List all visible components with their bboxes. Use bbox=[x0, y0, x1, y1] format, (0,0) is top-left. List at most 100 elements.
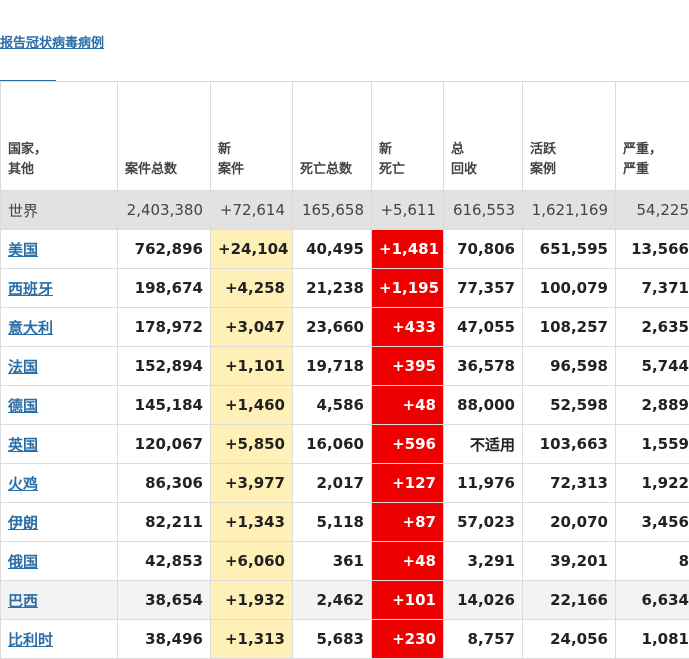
country-link[interactable]: 伊朗 bbox=[8, 514, 38, 532]
header-text: 死亡总数 bbox=[300, 162, 352, 177]
header-row: 国家，其他 案件总数 新案件 死亡总数 新死亡 总回收 活跃案例 严重， 严重 bbox=[1, 82, 689, 191]
table-row: 俄国42,853+6,060361+483,29139,2018 bbox=[1, 542, 689, 581]
header-text: 案例 bbox=[530, 162, 556, 177]
country-link[interactable]: 德国 bbox=[8, 397, 38, 415]
cell-serious: 1,559 bbox=[616, 425, 689, 464]
cell-total-deaths: 21,238 bbox=[293, 269, 372, 308]
cell-new-cases: +4,258 bbox=[211, 269, 293, 308]
cell-active: 100,079 bbox=[523, 269, 616, 308]
country-link[interactable]: 俄国 bbox=[8, 553, 38, 571]
cell-serious: 54,225 bbox=[616, 191, 689, 230]
cell-country: 西班牙 bbox=[1, 269, 118, 308]
header-text: 严重， bbox=[623, 142, 662, 157]
cell-active: 24,056 bbox=[523, 620, 616, 659]
cell-total-deaths: 40,495 bbox=[293, 230, 372, 269]
cell-recovered: 47,055 bbox=[444, 308, 523, 347]
header-text: 总 bbox=[451, 142, 464, 157]
country-link[interactable]: 火鸡 bbox=[8, 475, 38, 493]
header-text: 案件总数 bbox=[125, 162, 177, 177]
table-row: 意大利178,972+3,04723,660+43347,055108,2572… bbox=[1, 308, 689, 347]
cell-new-deaths: +5,611 bbox=[372, 191, 444, 230]
header-text: 案件 bbox=[218, 162, 244, 177]
cell-recovered: 8,757 bbox=[444, 620, 523, 659]
cell-new-deaths: +87 bbox=[372, 503, 444, 542]
cell-total-cases: 42,853 bbox=[118, 542, 211, 581]
cell-new-cases: +1,343 bbox=[211, 503, 293, 542]
cell-serious: 13,566 bbox=[616, 230, 689, 269]
cell-new-deaths: +596 bbox=[372, 425, 444, 464]
cell-total-deaths: 16,060 bbox=[293, 425, 372, 464]
cell-recovered: 70,806 bbox=[444, 230, 523, 269]
cell-serious: 5,744 bbox=[616, 347, 689, 386]
cell-serious: 2,889 bbox=[616, 386, 689, 425]
cell-new-cases: +3,977 bbox=[211, 464, 293, 503]
cell-new-cases: +5,850 bbox=[211, 425, 293, 464]
cell-total-deaths: 23,660 bbox=[293, 308, 372, 347]
table-body: 世界2,403,380+72,614165,658+5,611616,5531,… bbox=[1, 191, 689, 659]
col-header-total-cases[interactable]: 案件总数 bbox=[118, 82, 211, 191]
cell-total-deaths: 5,118 bbox=[293, 503, 372, 542]
col-header-total-deaths[interactable]: 死亡总数 bbox=[293, 82, 372, 191]
cell-recovered: 57,023 bbox=[444, 503, 523, 542]
cell-new-deaths: +230 bbox=[372, 620, 444, 659]
table-row: 英国120,067+5,85016,060+596不适用103,6631,559 bbox=[1, 425, 689, 464]
cell-active: 22,166 bbox=[523, 581, 616, 620]
cell-recovered: 77,357 bbox=[444, 269, 523, 308]
col-header-new-deaths[interactable]: 新死亡 bbox=[372, 82, 444, 191]
cell-active: 103,663 bbox=[523, 425, 616, 464]
cell-total-cases: 2,403,380 bbox=[118, 191, 211, 230]
country-link[interactable]: 英国 bbox=[8, 436, 38, 454]
col-header-recovered[interactable]: 总回收 bbox=[444, 82, 523, 191]
cell-total-cases: 38,496 bbox=[118, 620, 211, 659]
cell-new-cases: +24,104 bbox=[211, 230, 293, 269]
col-header-serious[interactable]: 严重， 严重 bbox=[616, 82, 689, 191]
cell-recovered: 14,026 bbox=[444, 581, 523, 620]
cell-total-cases: 198,674 bbox=[118, 269, 211, 308]
reported-cases-link[interactable]: 报告冠状病毒病例 bbox=[0, 32, 104, 51]
world-row: 世界2,403,380+72,614165,658+5,611616,5531,… bbox=[1, 191, 689, 230]
cell-new-cases: +3,047 bbox=[211, 308, 293, 347]
country-link[interactable]: 美国 bbox=[8, 241, 38, 259]
table-row: 巴西38,654+1,9322,462+10114,02622,1666,634 bbox=[1, 581, 689, 620]
cell-country: 火鸡 bbox=[1, 464, 118, 503]
cell-total-cases: 120,067 bbox=[118, 425, 211, 464]
country-link[interactable]: 法国 bbox=[8, 358, 38, 376]
cell-country: 意大利 bbox=[1, 308, 118, 347]
cell-serious: 1,081 bbox=[616, 620, 689, 659]
cell-total-deaths: 5,683 bbox=[293, 620, 372, 659]
cell-recovered: 3,291 bbox=[444, 542, 523, 581]
cell-new-deaths: +48 bbox=[372, 386, 444, 425]
cell-total-cases: 145,184 bbox=[118, 386, 211, 425]
table-row: 比利时38,496+1,3135,683+2308,75724,0561,081 bbox=[1, 620, 689, 659]
country-link[interactable]: 意大利 bbox=[8, 319, 53, 337]
cell-new-cases: +1,460 bbox=[211, 386, 293, 425]
cell-total-cases: 152,894 bbox=[118, 347, 211, 386]
cell-active: 1,621,169 bbox=[523, 191, 616, 230]
cell-country: 俄国 bbox=[1, 542, 118, 581]
cell-country: 伊朗 bbox=[1, 503, 118, 542]
cell-active: 72,313 bbox=[523, 464, 616, 503]
cell-new-deaths: +101 bbox=[372, 581, 444, 620]
cell-new-deaths: +395 bbox=[372, 347, 444, 386]
cell-total-deaths: 2,462 bbox=[293, 581, 372, 620]
cell-serious: 1,922 bbox=[616, 464, 689, 503]
cell-active: 651,595 bbox=[523, 230, 616, 269]
col-header-country[interactable]: 国家，其他 bbox=[1, 82, 118, 191]
cell-total-cases: 178,972 bbox=[118, 308, 211, 347]
header-text: 活跃 bbox=[530, 142, 556, 157]
col-header-active[interactable]: 活跃案例 bbox=[523, 82, 616, 191]
country-link[interactable]: 西班牙 bbox=[8, 280, 53, 298]
header-text: 严重 bbox=[623, 162, 649, 177]
country-link[interactable]: 比利时 bbox=[8, 631, 53, 649]
cell-country: 德国 bbox=[1, 386, 118, 425]
cell-total-deaths: 165,658 bbox=[293, 191, 372, 230]
cell-new-cases: +6,060 bbox=[211, 542, 293, 581]
cell-serious: 8 bbox=[616, 542, 689, 581]
col-header-new-cases[interactable]: 新案件 bbox=[211, 82, 293, 191]
cell-active: 52,598 bbox=[523, 386, 616, 425]
cell-total-cases: 38,654 bbox=[118, 581, 211, 620]
header-text: 国家， bbox=[8, 142, 47, 157]
table-row: 法国152,894+1,10119,718+39536,57896,5985,7… bbox=[1, 347, 689, 386]
country-link[interactable]: 巴西 bbox=[8, 592, 38, 610]
cell-total-deaths: 4,586 bbox=[293, 386, 372, 425]
